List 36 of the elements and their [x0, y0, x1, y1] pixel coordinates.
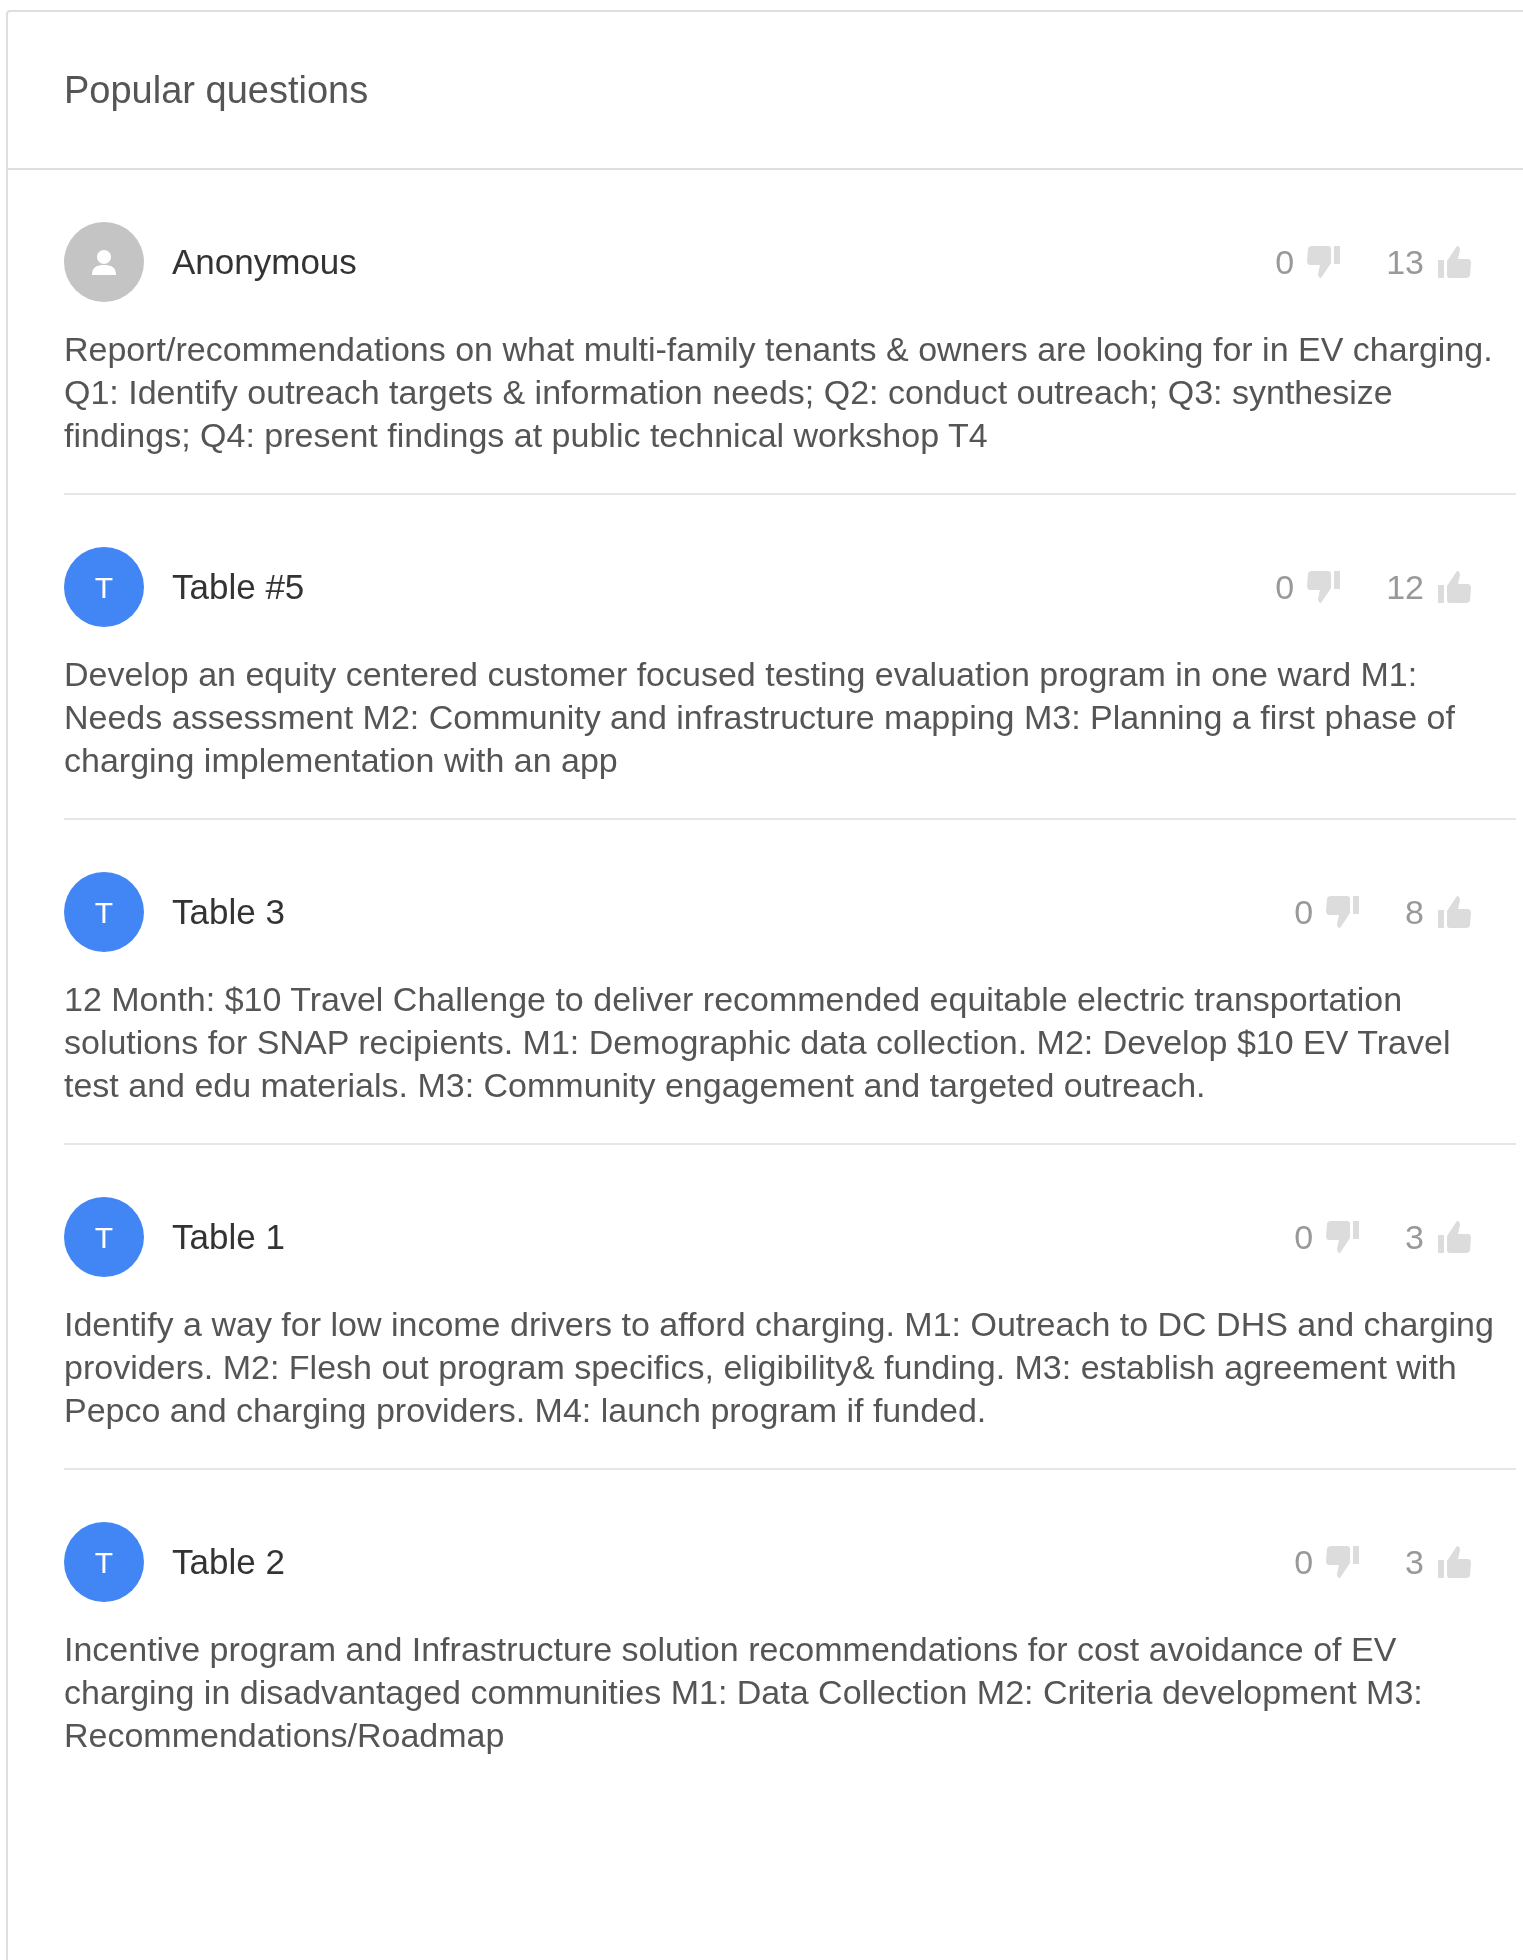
author-name: Table #5: [172, 565, 305, 608]
thumbs-down-icon[interactable]: [1325, 1545, 1362, 1579]
upvote-count: 12: [1386, 566, 1424, 608]
downvote-count: 0: [1294, 1541, 1314, 1583]
thumbs-down-icon[interactable]: [1325, 895, 1362, 929]
thumbs-up-icon[interactable]: [1436, 1545, 1472, 1579]
thumbs-down-icon[interactable]: [1306, 570, 1343, 604]
downvote-count: 0: [1275, 566, 1295, 608]
upvote-count: 13: [1386, 241, 1424, 283]
thumbs-up-icon[interactable]: [1436, 245, 1472, 279]
person-icon: [91, 248, 117, 276]
downvote-count: 0: [1275, 241, 1295, 283]
upvote-count: 8: [1405, 891, 1424, 933]
question-text: Report/recommendations on what multi-family tenants & owners are looking for in EV charging. Q1: Identify outreach targets & information needs; Q2: conduct outreach; Q3: synthesize findings; Q4: present findings at public technical workshop T4: [64, 329, 1494, 456]
author-name: Anonymous: [172, 240, 357, 283]
question-text: Incentive program and Infrastructure solution recommendations for cost avoidance of EV charging in disadvantaged communities M1: Data Collection M2: Criteria development M3: Recommendations/Roadmap: [64, 1629, 1424, 1756]
question-text: Identify a way for low income drivers to afford charging. M1: Outreach to DC DHS and charging providers. M2: Flesh out program specifics, eligibility& funding. M3: establish agreement with Pepco and charging providers. M4: launch program if funded.: [64, 1304, 1495, 1431]
downvote-count: 0: [1294, 891, 1314, 933]
upvote-count: 3: [1405, 1216, 1424, 1258]
author-name: Table 3: [172, 890, 285, 933]
avatar: T: [64, 547, 144, 627]
thumbs-up-icon[interactable]: [1436, 895, 1472, 929]
thumbs-up-icon[interactable]: [1436, 1220, 1472, 1254]
thumbs-up-icon[interactable]: [1436, 570, 1472, 604]
author-name: Table 1: [172, 1215, 285, 1258]
avatar: T: [64, 872, 144, 952]
avatar: T: [64, 1197, 144, 1277]
downvote-count: 0: [1294, 1216, 1314, 1258]
panel-title: Popular questions: [64, 67, 369, 113]
thumbs-down-icon[interactable]: [1325, 1220, 1362, 1254]
question-text: Develop an equity centered customer focused testing evaluation program in one ward M1: Needs assessment M2: Community and infrastructure mapping M3: Planning a first phase of charging implementation with an app: [64, 654, 1456, 781]
thumbs-down-icon[interactable]: [1306, 245, 1343, 279]
avatar: T: [64, 1522, 144, 1602]
question-text: 12 Month: $10 Travel Challenge to deliver recommended equitable electric transportation solutions for SNAP recipients. M1: Demographic data collection. M2: Develop $10 EV Travel test and edu materials. M3: Community engagement and targeted outreach.: [64, 979, 1452, 1106]
upvote-count: 3: [1405, 1541, 1424, 1583]
author-name: Table 2: [172, 1540, 285, 1583]
